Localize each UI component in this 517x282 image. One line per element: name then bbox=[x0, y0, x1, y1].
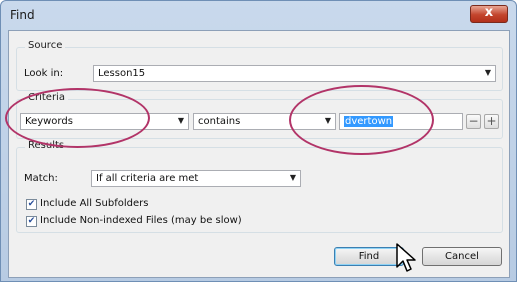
close-icon: x bbox=[484, 5, 494, 20]
results-group-label: Results bbox=[25, 140, 68, 151]
find-button[interactable]: Find bbox=[334, 247, 404, 266]
match-value: If all criteria are met bbox=[96, 173, 199, 184]
source-group-label: Source bbox=[25, 40, 66, 51]
chevron-down-icon: ▼ bbox=[484, 68, 491, 77]
chevron-down-icon: ▼ bbox=[324, 116, 331, 125]
checkmark-icon: ✔ bbox=[27, 216, 36, 226]
plus-icon: + bbox=[486, 114, 497, 128]
include-subfolders-label[interactable]: Include All Subfolders bbox=[40, 198, 148, 209]
look-in-value: Lesson15 bbox=[98, 68, 146, 79]
criteria-search-text: dvertown bbox=[344, 116, 394, 127]
criteria-field-select[interactable]: Keywords ▼ bbox=[20, 113, 189, 130]
criteria-operator-select[interactable]: contains ▼ bbox=[193, 113, 336, 130]
include-subfolders-checkbox[interactable]: ✔ bbox=[26, 199, 37, 210]
include-nonindexed-checkbox[interactable]: ✔ bbox=[26, 216, 37, 227]
look-in-select[interactable]: Lesson15 ▼ bbox=[93, 65, 496, 82]
criteria-field-value: Keywords bbox=[25, 116, 73, 127]
include-nonindexed-label[interactable]: Include Non-indexed Files (may be slow) bbox=[40, 215, 242, 226]
add-criteria-button[interactable]: + bbox=[484, 114, 499, 129]
match-select[interactable]: If all criteria are met ▼ bbox=[91, 170, 301, 187]
dialog-content: Source Look in: Lesson15 ▼ Criteria Keyw… bbox=[8, 30, 510, 278]
criteria-group-label: Criteria bbox=[25, 92, 68, 103]
chevron-down-icon: ▼ bbox=[177, 116, 184, 125]
cancel-button[interactable]: Cancel bbox=[422, 247, 502, 266]
find-dialog: Find x Source Look in: Lesson15 ▼ Criter… bbox=[0, 0, 517, 282]
title-bar[interactable]: Find x bbox=[1, 1, 516, 33]
look-in-label: Look in: bbox=[24, 68, 64, 79]
window-title: Find bbox=[10, 8, 35, 22]
match-label: Match: bbox=[24, 173, 58, 184]
mouse-pointer-icon bbox=[396, 243, 416, 272]
criteria-search-input[interactable]: dvertown bbox=[339, 113, 463, 130]
close-button[interactable]: x bbox=[470, 5, 508, 23]
remove-criteria-button[interactable]: − bbox=[466, 114, 481, 129]
criteria-operator-value: contains bbox=[198, 116, 241, 127]
chevron-down-icon: ▼ bbox=[289, 173, 296, 182]
checkmark-icon: ✔ bbox=[27, 199, 36, 209]
minus-icon: − bbox=[468, 114, 479, 128]
